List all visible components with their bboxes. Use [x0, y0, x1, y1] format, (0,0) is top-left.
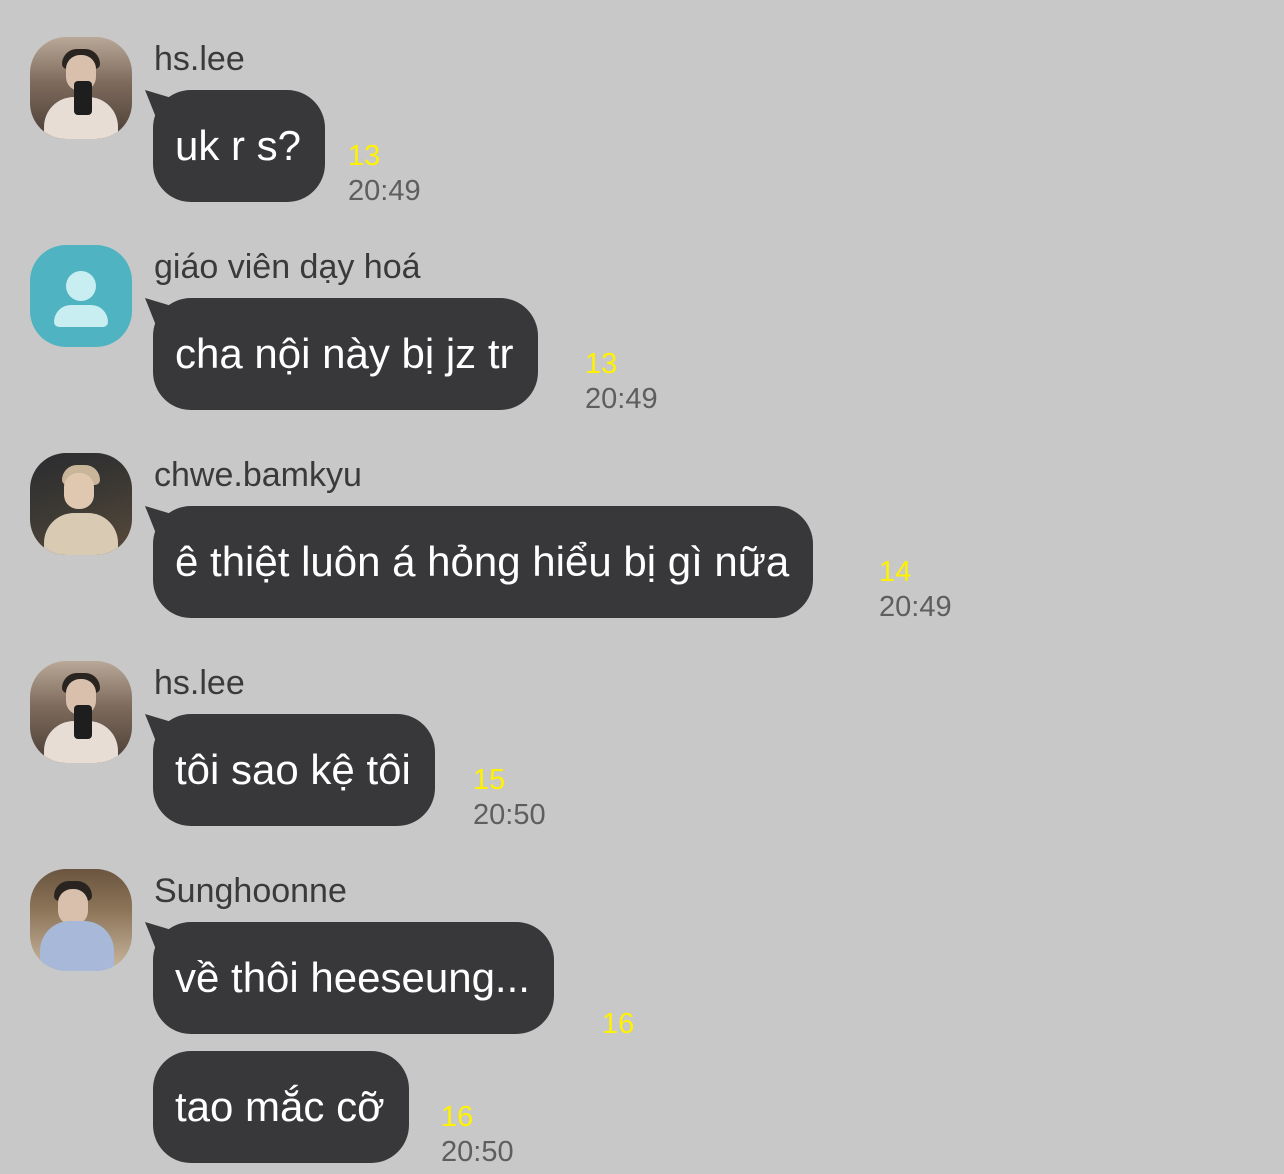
message-bubble[interactable]: tao mắc cỡ [153, 1051, 409, 1163]
message-bubble[interactable]: ê thiệt luôn á hỏng hiểu bị gì nữa [153, 506, 814, 618]
message-time: 20:49 [348, 175, 421, 207]
sender-avatar-hs-lee[interactable] [30, 37, 132, 139]
message-time: 20:50 [441, 1136, 514, 1168]
sender-name: Sunghoonne [154, 872, 347, 910]
message-bubble[interactable]: uk r s? [153, 90, 326, 202]
sender-avatar-sunghoonne[interactable] [30, 869, 132, 971]
message-time: 20:49 [879, 591, 952, 623]
message-time: 20:50 [473, 799, 546, 831]
sender-name: chwe.bamkyu [154, 456, 362, 494]
unread-count: 15 [473, 764, 506, 796]
sender-name: giáo viên dạy hoá [154, 248, 421, 286]
unread-count: 16 [602, 1008, 635, 1040]
message-time: 20:49 [585, 383, 658, 415]
message-bubble[interactable]: tôi sao kệ tôi [153, 714, 435, 826]
unread-count: 13 [348, 140, 381, 172]
sender-name: hs.lee [154, 664, 245, 702]
sender-avatar-default[interactable] [30, 245, 132, 347]
message-bubble[interactable]: về thôi heeseung... [153, 922, 554, 1034]
sender-name: hs.lee [154, 40, 245, 78]
person-icon [66, 271, 96, 301]
sender-avatar-chwe-bamkyu[interactable] [30, 453, 132, 555]
sender-avatar-hs-lee[interactable] [30, 661, 132, 763]
unread-count: 14 [879, 556, 912, 588]
unread-count: 16 [441, 1101, 474, 1133]
unread-count: 13 [585, 348, 618, 380]
message-bubble[interactable]: cha nội này bị jz tr [153, 298, 538, 410]
